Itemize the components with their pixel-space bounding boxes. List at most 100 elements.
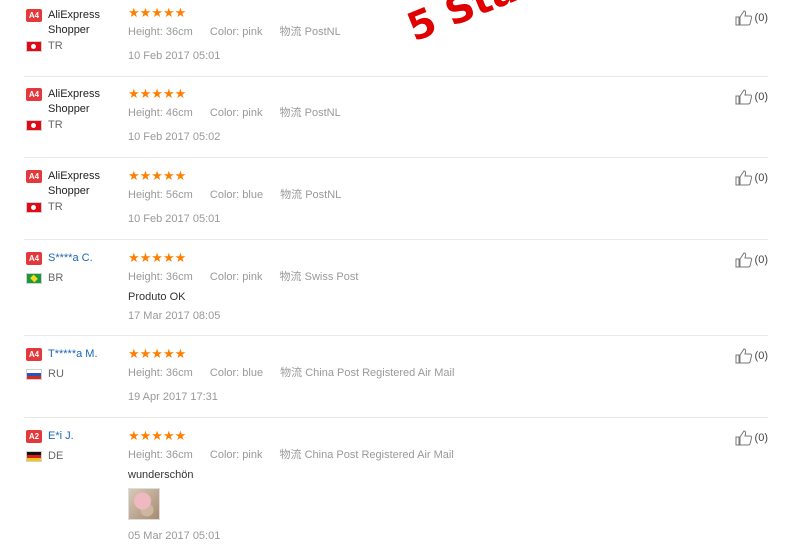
- buyer-name: AliExpress Shopper: [48, 88, 100, 115]
- color-value: pink: [242, 271, 263, 283]
- turkey-flag-icon: [26, 201, 42, 213]
- review-item: A2 E*i J. DE ★★★★★ Height: 36cm Color: p…: [24, 418, 768, 552]
- height-label: Height:: [128, 449, 163, 461]
- review-date: 05 Mar 2017 05:01: [128, 530, 221, 542]
- helpful-count: (0): [754, 91, 768, 103]
- turkey-flag-icon: [26, 40, 42, 52]
- buyer-info: A4 AliExpress Shopper TR: [26, 8, 126, 52]
- thumbs-up-icon: [735, 170, 752, 186]
- buyer-country: DE: [48, 450, 64, 462]
- logistics-value: Swiss Post: [304, 271, 359, 283]
- star-rating: ★★★★★: [128, 346, 187, 361]
- buyer-info: A4 AliExpress Shopper TR: [26, 87, 126, 131]
- color-label: Color:: [209, 26, 240, 38]
- review-date: 17 Mar 2017 08:05: [128, 310, 221, 322]
- logistics-label: 物流: [279, 107, 302, 119]
- review-date: 10 Feb 2017 05:01: [128, 50, 221, 62]
- buyer-name: AliExpress Shopper: [48, 170, 100, 197]
- logistics-label: 物流: [280, 189, 303, 201]
- color-label: Color:: [209, 271, 240, 283]
- color-label: Color:: [209, 367, 240, 379]
- buyer-info: A4 AliExpress Shopper TR: [26, 169, 126, 213]
- review-content: ★★★★★ Height: 36cm Color: pink 物流 PostNL…: [128, 6, 548, 63]
- star-rating: ★★★★★: [128, 428, 187, 443]
- helpful-count: (0): [754, 432, 768, 444]
- helpful-count: (0): [754, 350, 768, 362]
- sku-attributes: Height: 36cm Color: pink 物流 China Post R…: [128, 448, 548, 462]
- sku-attributes: Height: 56cm Color: blue 物流 PostNL: [128, 188, 548, 202]
- height-label: Height:: [128, 189, 163, 201]
- color-value: pink: [242, 107, 263, 119]
- thumbs-up-icon: [735, 252, 752, 268]
- review-photo-thumbnail[interactable]: [128, 488, 160, 520]
- buyer-info: A4 S****a C. BR: [26, 251, 126, 284]
- buyer-info: A2 E*i J. DE: [26, 429, 126, 462]
- buyer-country: TR: [48, 201, 63, 213]
- buyer-country: TR: [48, 119, 63, 131]
- helpful-count: (0): [754, 172, 768, 184]
- thumbs-up-icon: [735, 89, 752, 105]
- star-rating: ★★★★★: [128, 5, 187, 20]
- color-label: Color:: [209, 189, 240, 201]
- color-value: pink: [242, 26, 263, 38]
- sku-attributes: Height: 36cm Color: blue 物流 China Post R…: [128, 366, 548, 380]
- review-item: A4 T*****a M. RU ★★★★★ Height: 36cm Colo…: [24, 336, 768, 418]
- buyer-name[interactable]: E*i J.: [48, 429, 74, 444]
- height-label: Height:: [128, 26, 163, 38]
- height-value: 36cm: [165, 449, 193, 461]
- height-value: 36cm: [165, 367, 193, 379]
- color-value: blue: [242, 367, 264, 379]
- buyer-country: BR: [48, 272, 64, 284]
- sku-attributes: Height: 46cm Color: pink 物流 PostNL: [128, 106, 548, 120]
- height-value: 56cm: [165, 189, 193, 201]
- logistics-value: PostNL: [304, 26, 341, 38]
- review-item: A4 AliExpress Shopper TR ★★★★★ Height: 5…: [24, 158, 768, 240]
- star-rating: ★★★★★: [128, 168, 187, 183]
- review-content: ★★★★★ Height: 36cm Color: blue 物流 China …: [128, 347, 548, 404]
- logistics-label: 物流: [279, 271, 302, 283]
- review-date: 10 Feb 2017 05:02: [128, 131, 221, 143]
- buyer-level-badge: A4: [26, 88, 42, 101]
- sku-attributes: Height: 36cm Color: pink 物流 PostNL: [128, 25, 548, 39]
- review-content: ★★★★★ Height: 36cm Color: pink 物流 China …: [128, 429, 548, 543]
- helpful-button[interactable]: (0): [735, 89, 768, 105]
- height-label: Height:: [128, 271, 163, 283]
- helpful-count: (0): [754, 12, 768, 24]
- buyer-country: RU: [48, 368, 64, 380]
- buyer-info: A4 T*****a M. RU: [26, 347, 126, 380]
- review-date: 19 Apr 2017 17:31: [128, 391, 218, 403]
- review-comment: Produto OK: [128, 291, 186, 303]
- helpful-button[interactable]: (0): [735, 252, 768, 268]
- helpful-button[interactable]: (0): [735, 170, 768, 186]
- color-value: pink: [242, 449, 263, 461]
- color-value: blue: [242, 189, 264, 201]
- color-label: Color:: [209, 107, 240, 119]
- buyer-level-badge: A4: [26, 9, 42, 22]
- buyer-country: TR: [48, 40, 63, 52]
- color-label: Color:: [209, 449, 240, 461]
- buyer-name[interactable]: T*****a M.: [48, 347, 98, 362]
- review-date: 10 Feb 2017 05:01: [128, 213, 221, 225]
- buyer-name[interactable]: S****a C.: [48, 251, 93, 266]
- helpful-button[interactable]: (0): [735, 430, 768, 446]
- review-content: ★★★★★ Height: 46cm Color: pink 物流 PostNL…: [128, 87, 548, 144]
- logistics-label: 物流: [280, 367, 303, 379]
- buyer-level-badge: A4: [26, 252, 42, 265]
- height-label: Height:: [128, 367, 163, 379]
- sku-attributes: Height: 36cm Color: pink 物流 Swiss Post: [128, 270, 548, 284]
- buyer-name: AliExpress Shopper: [48, 9, 100, 36]
- logistics-value: PostNL: [305, 189, 342, 201]
- review-item: A4 S****a C. BR ★★★★★ Height: 36cm Color…: [24, 240, 768, 336]
- review-content: ★★★★★ Height: 56cm Color: blue 物流 PostNL…: [128, 169, 548, 226]
- logistics-value: PostNL: [304, 107, 341, 119]
- thumbs-up-icon: [735, 10, 752, 26]
- review-item: A4 AliExpress Shopper TR ★★★★★ Height: 3…: [24, 0, 768, 77]
- thumbs-up-icon: [735, 348, 752, 364]
- logistics-label: 物流: [279, 26, 302, 38]
- helpful-button[interactable]: (0): [735, 10, 768, 26]
- brazil-flag-icon: [26, 272, 42, 284]
- helpful-button[interactable]: (0): [735, 348, 768, 364]
- height-value: 36cm: [165, 271, 193, 283]
- germany-flag-icon: [26, 450, 42, 462]
- buyer-level-badge: A4: [26, 348, 42, 361]
